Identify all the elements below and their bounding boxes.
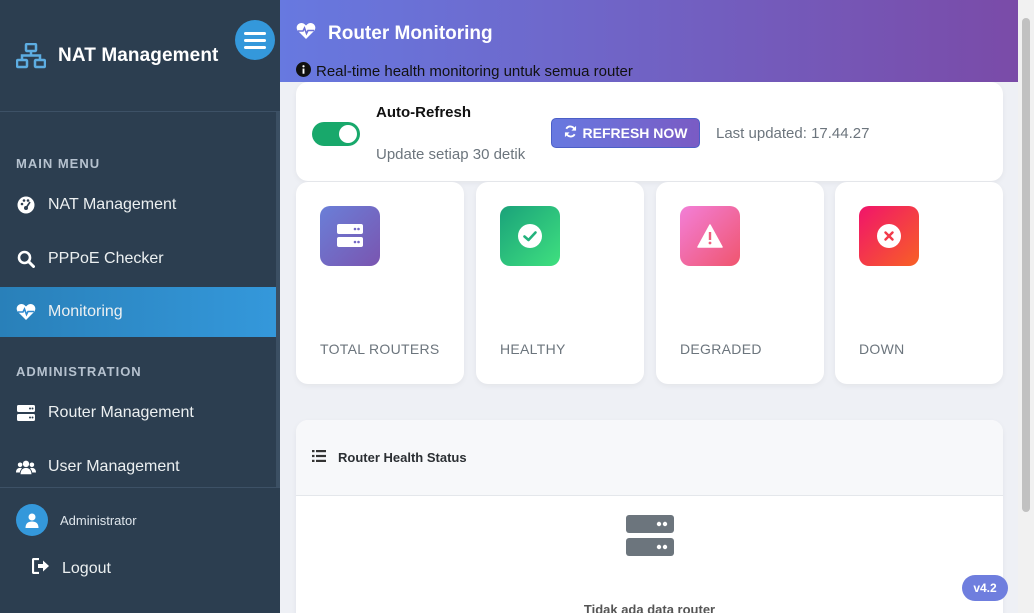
users-icon [16,457,36,477]
page-subtitle-text: Real-time health monitoring untuk semua … [316,63,633,80]
hamburger-line [244,38,266,42]
sidebar: NAT Management MAIN MENU NAT Management … [0,0,280,613]
main-menu-heading: MAIN MENU [16,156,101,171]
user-name: Administrator [60,512,137,528]
user-info: Administrator [16,504,137,536]
last-updated: Last updated: 17.44.27 [716,125,870,142]
sidebar-item-label: PPPoE Checker [48,250,164,267]
search-icon [16,249,36,269]
sidebar-item-label: NAT Management [48,196,177,213]
brand: NAT Management [0,0,280,112]
sidebar-footer: Administrator Logout [0,487,280,613]
page-title: Router Monitoring [296,22,493,46]
menu-toggle-button[interactable] [235,20,275,60]
sidebar-item-monitoring[interactable]: Monitoring [0,287,276,337]
sidebar-item-nat-management[interactable]: NAT Management [0,180,276,230]
page-title-text: Router Monitoring [328,23,493,44]
hamburger-line [244,45,266,49]
auto-refresh-interval: Update setiap 30 detik [376,146,526,163]
list-icon [312,450,326,465]
stat-label-degraded: DEGRADED [680,341,762,357]
stat-label-down: DOWN [859,341,905,357]
page-subtitle: Real-time health monitoring untuk semua … [296,62,633,81]
router-health-header: Router Health Status [296,420,1003,496]
dashboard-gauge-icon [16,195,36,215]
sidebar-item-router-management[interactable]: Router Management [0,388,276,438]
sidebar-item-label: User Management [48,458,180,475]
auto-refresh-toggle[interactable] [312,122,360,146]
server-icon [16,403,36,423]
stat-card-total-routers: TOTAL ROUTERS [296,182,464,384]
stat-card-healthy: HEALTHY [476,182,644,384]
warning-triangle-icon [680,206,740,266]
main-content: Router Monitoring Real-time health monit… [280,0,1018,613]
sidebar-item-user-management[interactable]: User Management [0,442,276,492]
heartbeat-icon [16,302,36,322]
check-circle-icon [500,206,560,266]
stat-label-healthy: HEALTHY [500,341,566,357]
stat-card-down: DOWN [835,182,1003,384]
page-scrollbar[interactable] [1018,0,1034,613]
heartbeat-icon [296,22,316,46]
administration-heading: ADMINISTRATION [16,364,142,379]
sidebar-item-label: Monitoring [48,303,123,320]
sync-icon [564,125,577,141]
server-icon [320,206,380,266]
refresh-now-button[interactable]: REFRESH NOW [551,118,700,148]
logout-label: Logout [62,559,111,577]
page-header: Router Monitoring Real-time health monit… [280,0,1018,82]
stat-card-degraded: DEGRADED [656,182,824,384]
stat-label-total: TOTAL ROUTERS [320,341,440,357]
refresh-now-label: REFRESH NOW [582,125,688,141]
info-circle-icon [296,62,311,81]
network-icon [16,42,46,68]
user-icon [25,513,39,528]
sign-out-icon [31,557,50,579]
router-health-card: Router Health Status Tidak ada data rout… [296,420,1003,613]
server-icon [626,515,674,562]
auto-refresh-card: Auto-Refresh Update setiap 30 detik REFR… [296,82,1003,181]
sidebar-item-pppoe-checker[interactable]: PPPoE Checker [0,234,276,284]
sidebar-item-label: Router Management [48,404,194,421]
brand-title: NAT Management [58,44,219,66]
empty-state-text: Tidak ada data router [583,602,716,613]
times-circle-icon [859,206,919,266]
hamburger-line [244,31,266,35]
version-badge: v4.2 [962,575,1008,601]
logout-button[interactable]: Logout [31,557,111,579]
router-health-title: Router Health Status [338,450,467,465]
auto-refresh-title: Auto-Refresh [376,104,472,121]
avatar [16,504,48,536]
page-scrollbar-thumb[interactable] [1022,18,1030,512]
